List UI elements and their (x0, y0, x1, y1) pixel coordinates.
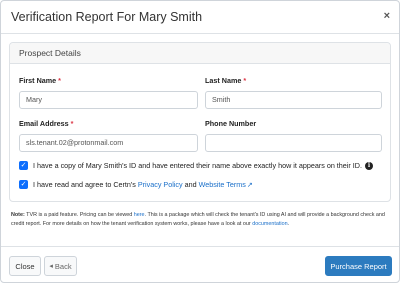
terms-prefix: I have read and agree to Certn's (33, 180, 138, 189)
modal-footer: Close ◂ Back Purchase Report (1, 246, 399, 283)
documentation-link[interactable]: documentation (252, 221, 287, 227)
terms-row: ✓ I have read and agree to Certn's Priva… (19, 180, 253, 189)
card-header: Prospect Details (10, 43, 390, 64)
required-mark: * (58, 76, 61, 85)
phone-field[interactable] (205, 134, 382, 152)
last-name-field[interactable]: Smith (205, 91, 382, 109)
prospect-details-card: Prospect Details First Name * Mary Last … (9, 42, 391, 202)
pricing-here-link[interactable]: here (134, 212, 145, 218)
last-name-label-text: Last Name (205, 76, 242, 85)
id-confirm-text: I have a copy of Mary Smith's ID and hav… (33, 161, 362, 170)
phone-label: Phone Number (205, 119, 257, 128)
note-text-3: . (287, 221, 290, 227)
id-confirm-row: ✓ I have a copy of Mary Smith's ID and h… (19, 161, 373, 170)
email-label: Email Address * (19, 119, 73, 128)
id-confirm-checkbox[interactable]: ✓ (19, 161, 28, 170)
back-label: Back (54, 261, 72, 271)
info-icon[interactable]: i (364, 161, 373, 170)
first-name-label-text: First Name (19, 76, 57, 85)
note-label: Note: (11, 212, 25, 218)
last-name-label: Last Name * (205, 76, 246, 85)
modal-header: Verification Report For Mary Smith × (1, 1, 399, 34)
required-mark: * (70, 119, 74, 128)
privacy-policy-link[interactable]: Privacy Policy (138, 180, 183, 189)
pricing-note: Note: TVR is a paid feature. Pricing can… (11, 211, 391, 229)
email-label-text: Email Address (19, 119, 69, 128)
terms-and: and (182, 180, 199, 189)
first-name-label: First Name * (19, 76, 61, 85)
back-arrow-icon: ◂ (49, 263, 53, 270)
terms-checkbox[interactable]: ✓ (19, 180, 28, 189)
external-link-icon: ↗ (246, 181, 253, 189)
verification-modal: Verification Report For Mary Smith × Pro… (0, 0, 400, 283)
back-button[interactable]: ◂ Back (44, 256, 77, 276)
first-name-field[interactable]: Mary (19, 91, 198, 109)
card-title: Prospect Details (19, 48, 81, 58)
close-button[interactable]: Close (9, 256, 41, 276)
note-text-1: TVR is a paid feature. Pricing can be vi… (24, 212, 134, 218)
modal-title: Verification Report For Mary Smith (11, 10, 203, 24)
close-icon[interactable]: × (384, 10, 390, 22)
email-field[interactable]: sls.tenant.02@protonmail.com (19, 134, 198, 152)
website-terms-link[interactable]: Website Terms (199, 180, 246, 189)
purchase-report-button[interactable]: Purchase Report (325, 256, 392, 276)
required-mark: * (243, 76, 247, 85)
